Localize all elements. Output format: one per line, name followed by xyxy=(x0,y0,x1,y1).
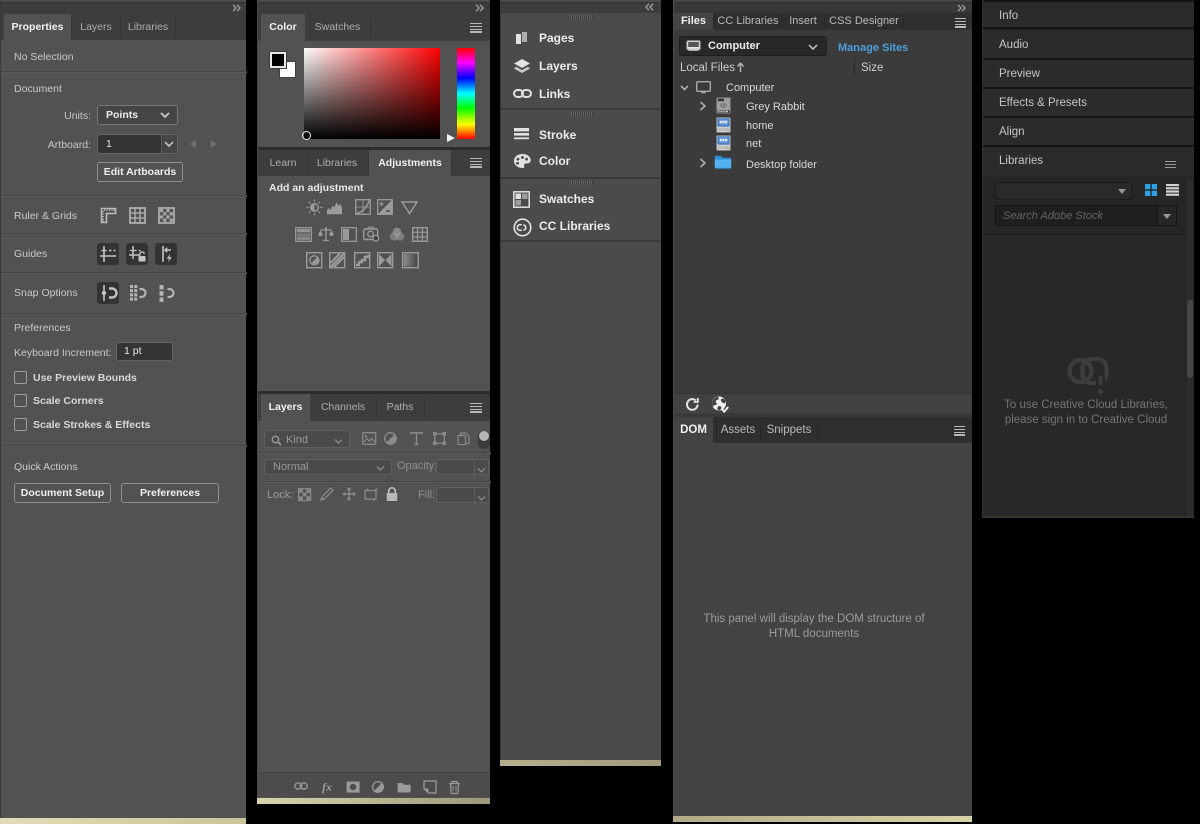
svg-text:fx: fx xyxy=(322,780,332,794)
